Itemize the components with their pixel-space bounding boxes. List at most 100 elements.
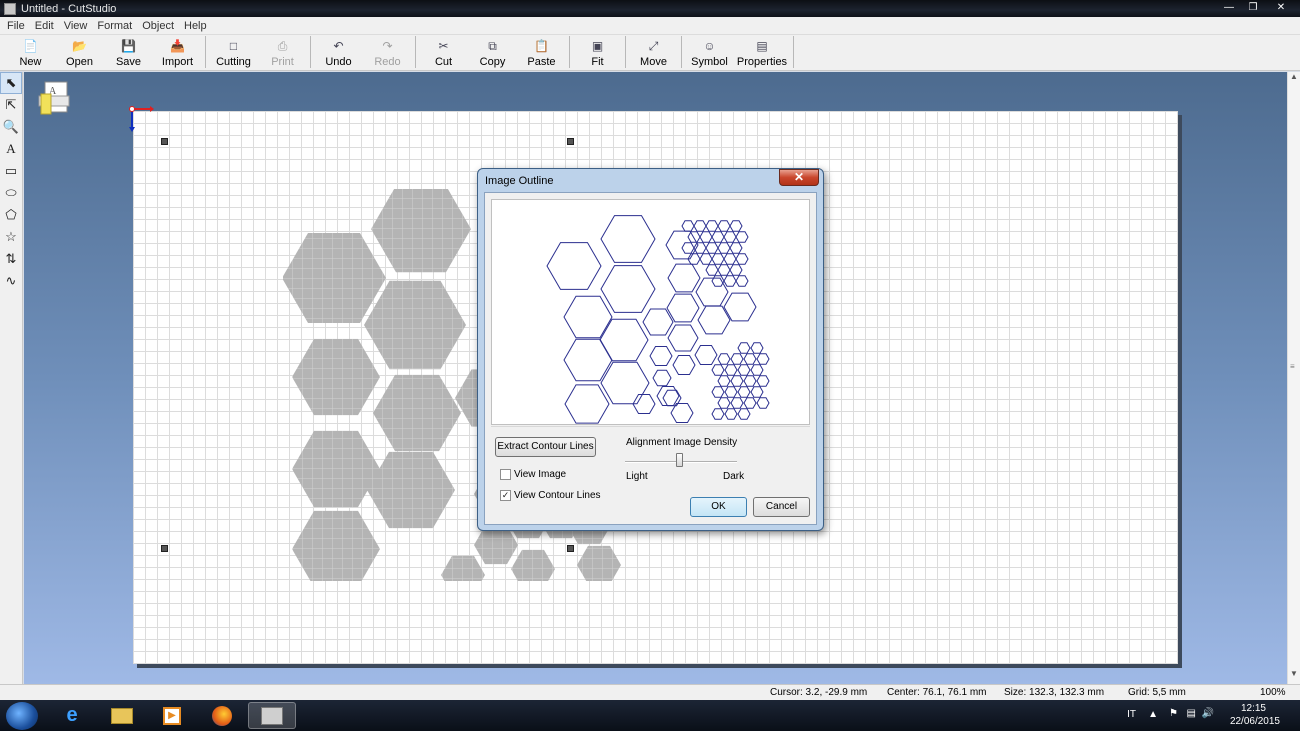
- contour-hexagon: [600, 215, 656, 263]
- properties-icon: ▤: [756, 39, 768, 53]
- artwork-hexagon: [367, 451, 455, 529]
- menu-format[interactable]: Format: [92, 20, 137, 32]
- view-image-option[interactable]: View Image: [500, 469, 566, 480]
- menu-help[interactable]: Help: [179, 20, 212, 32]
- move-button[interactable]: ⤢ Move: [629, 35, 678, 69]
- new-button[interactable]: 📄 New: [6, 35, 55, 69]
- toolbar-separator: [310, 36, 311, 68]
- cutting-button[interactable]: □ Cutting: [209, 35, 258, 69]
- view-contour-option[interactable]: ✓ View Contour Lines: [500, 490, 601, 501]
- contour-hexagon: [717, 264, 731, 276]
- artwork-hexagon: [292, 510, 380, 581]
- contour-hexagon: [687, 231, 701, 243]
- contour-hexagon: [723, 275, 737, 287]
- polygon-icon[interactable]: ⬠: [0, 204, 22, 226]
- artwork-hexagon: [292, 430, 380, 508]
- rectangle-icon[interactable]: ▭: [0, 160, 22, 182]
- start-button[interactable]: [6, 702, 38, 730]
- media-player-icon[interactable]: ▶: [148, 702, 196, 729]
- text-tool-icon[interactable]: A: [0, 138, 22, 160]
- tray-expand-icon[interactable]: ▲: [1148, 709, 1158, 720]
- scroll-up-icon[interactable]: ▲: [1288, 72, 1300, 85]
- minimize-icon[interactable]: —: [1218, 1, 1240, 15]
- cutstudio-taskbar-icon[interactable]: [248, 702, 296, 729]
- contour-hexagon: [546, 242, 602, 290]
- divider: [491, 426, 810, 427]
- print-button[interactable]: ⎙ Print: [258, 35, 307, 69]
- restore-icon[interactable]: ❐: [1242, 1, 1264, 15]
- vertical-scrollbar[interactable]: ▲ ≡ ▼: [1287, 72, 1300, 684]
- cancel-button[interactable]: Cancel: [753, 497, 810, 517]
- contour-hexagon: [750, 386, 764, 398]
- import-button[interactable]: 📥 Import: [153, 35, 202, 69]
- curve-icon[interactable]: ∿: [0, 270, 22, 292]
- action-center-flag-icon[interactable]: ⚑: [1169, 708, 1178, 719]
- clock-time[interactable]: 12:15: [1241, 703, 1266, 714]
- extract-contour-lines-button[interactable]: Extract Contour Lines: [495, 437, 596, 457]
- node-edit-icon[interactable]: ⇱: [0, 94, 22, 116]
- contour-hexagon: [711, 253, 725, 265]
- ellipse-icon[interactable]: ⬭: [0, 182, 22, 204]
- view-contour-checkbox[interactable]: ✓: [500, 490, 511, 501]
- menu-view[interactable]: View: [59, 20, 93, 32]
- select-arrow-icon[interactable]: ⬉: [0, 72, 22, 94]
- symbol-button[interactable]: ☺ Symbol: [685, 35, 734, 69]
- star-icon[interactable]: ☆: [0, 226, 22, 248]
- contour-hexagon: [729, 242, 743, 254]
- copy-button[interactable]: ⧉ Copy: [468, 35, 517, 69]
- zoom-icon[interactable]: 🔍: [0, 116, 22, 138]
- menu-file[interactable]: File: [2, 20, 30, 32]
- scroll-down-icon[interactable]: ▼: [1288, 669, 1300, 682]
- open-button[interactable]: 📂 Open: [55, 35, 104, 69]
- properties-button[interactable]: ▤ Properties: [734, 35, 790, 69]
- save-disk-icon: 💾: [121, 39, 136, 53]
- contour-hexagon: [649, 346, 673, 366]
- contour-hexagon: [672, 355, 696, 375]
- network-icon[interactable]: ▤: [1187, 708, 1196, 719]
- contour-hexagon: [735, 275, 749, 287]
- firefox-icon[interactable]: [198, 702, 246, 729]
- internet-explorer-icon[interactable]: e: [48, 702, 96, 729]
- save-button[interactable]: 💾 Save: [104, 35, 153, 69]
- clock-date[interactable]: 22/06/2015: [1230, 716, 1280, 727]
- file-explorer-icon[interactable]: [98, 702, 146, 729]
- volume-icon[interactable]: 🔊: [1202, 708, 1214, 719]
- undo-button[interactable]: ↶ Undo: [314, 35, 363, 69]
- scroll-grip-icon[interactable]: ≡: [1290, 362, 1295, 371]
- toolbar: 📄 New 📂 Open 💾 Save 📥 Import □ Cutting ⎙ Print…: [0, 35, 1300, 71]
- language-indicator[interactable]: IT: [1127, 709, 1136, 720]
- import-icon: 📥: [170, 39, 185, 53]
- contour-hexagon: [729, 220, 743, 232]
- selection-handle[interactable]: [567, 545, 574, 552]
- polyline-icon[interactable]: ⇅: [0, 248, 22, 270]
- contour-hexagon: [666, 293, 700, 323]
- selection-handle[interactable]: [567, 138, 574, 145]
- dark-label: Dark: [723, 471, 745, 482]
- dialog-close-button[interactable]: ✕: [779, 169, 819, 186]
- contour-hexagon: [681, 242, 695, 254]
- selection-handle[interactable]: [161, 138, 168, 145]
- menu-object[interactable]: Object: [137, 20, 179, 32]
- artwork-hexagon: [511, 549, 555, 581]
- status-cursor: Cursor: 3.2, -29.9 mm: [770, 687, 868, 698]
- contour-hexagon: [756, 397, 770, 409]
- contour-hexagon: [681, 220, 695, 232]
- contour-hexagon: [737, 386, 751, 398]
- close-icon[interactable]: ✕: [1266, 1, 1296, 15]
- menu-edit[interactable]: Edit: [30, 20, 59, 32]
- contour-hexagon: [600, 265, 656, 313]
- contour-hexagon: [717, 353, 731, 365]
- ok-button[interactable]: OK: [690, 497, 747, 517]
- density-slider-thumb[interactable]: [676, 453, 683, 467]
- cut-button[interactable]: ✂ Cut: [419, 35, 468, 69]
- selection-handle[interactable]: [161, 545, 168, 552]
- contour-hexagon: [705, 264, 719, 276]
- cutting-machine-icon: □: [229, 39, 238, 53]
- redo-button[interactable]: ↷ Redo: [363, 35, 412, 69]
- view-image-checkbox[interactable]: [500, 469, 511, 480]
- contour-hexagon: [652, 369, 672, 387]
- window-title: Untitled - CutStudio: [21, 2, 117, 15]
- contour-hexagon: [723, 253, 737, 265]
- fit-button[interactable]: ▣ Fit: [573, 35, 622, 69]
- paste-button[interactable]: 📋 Paste: [517, 35, 566, 69]
